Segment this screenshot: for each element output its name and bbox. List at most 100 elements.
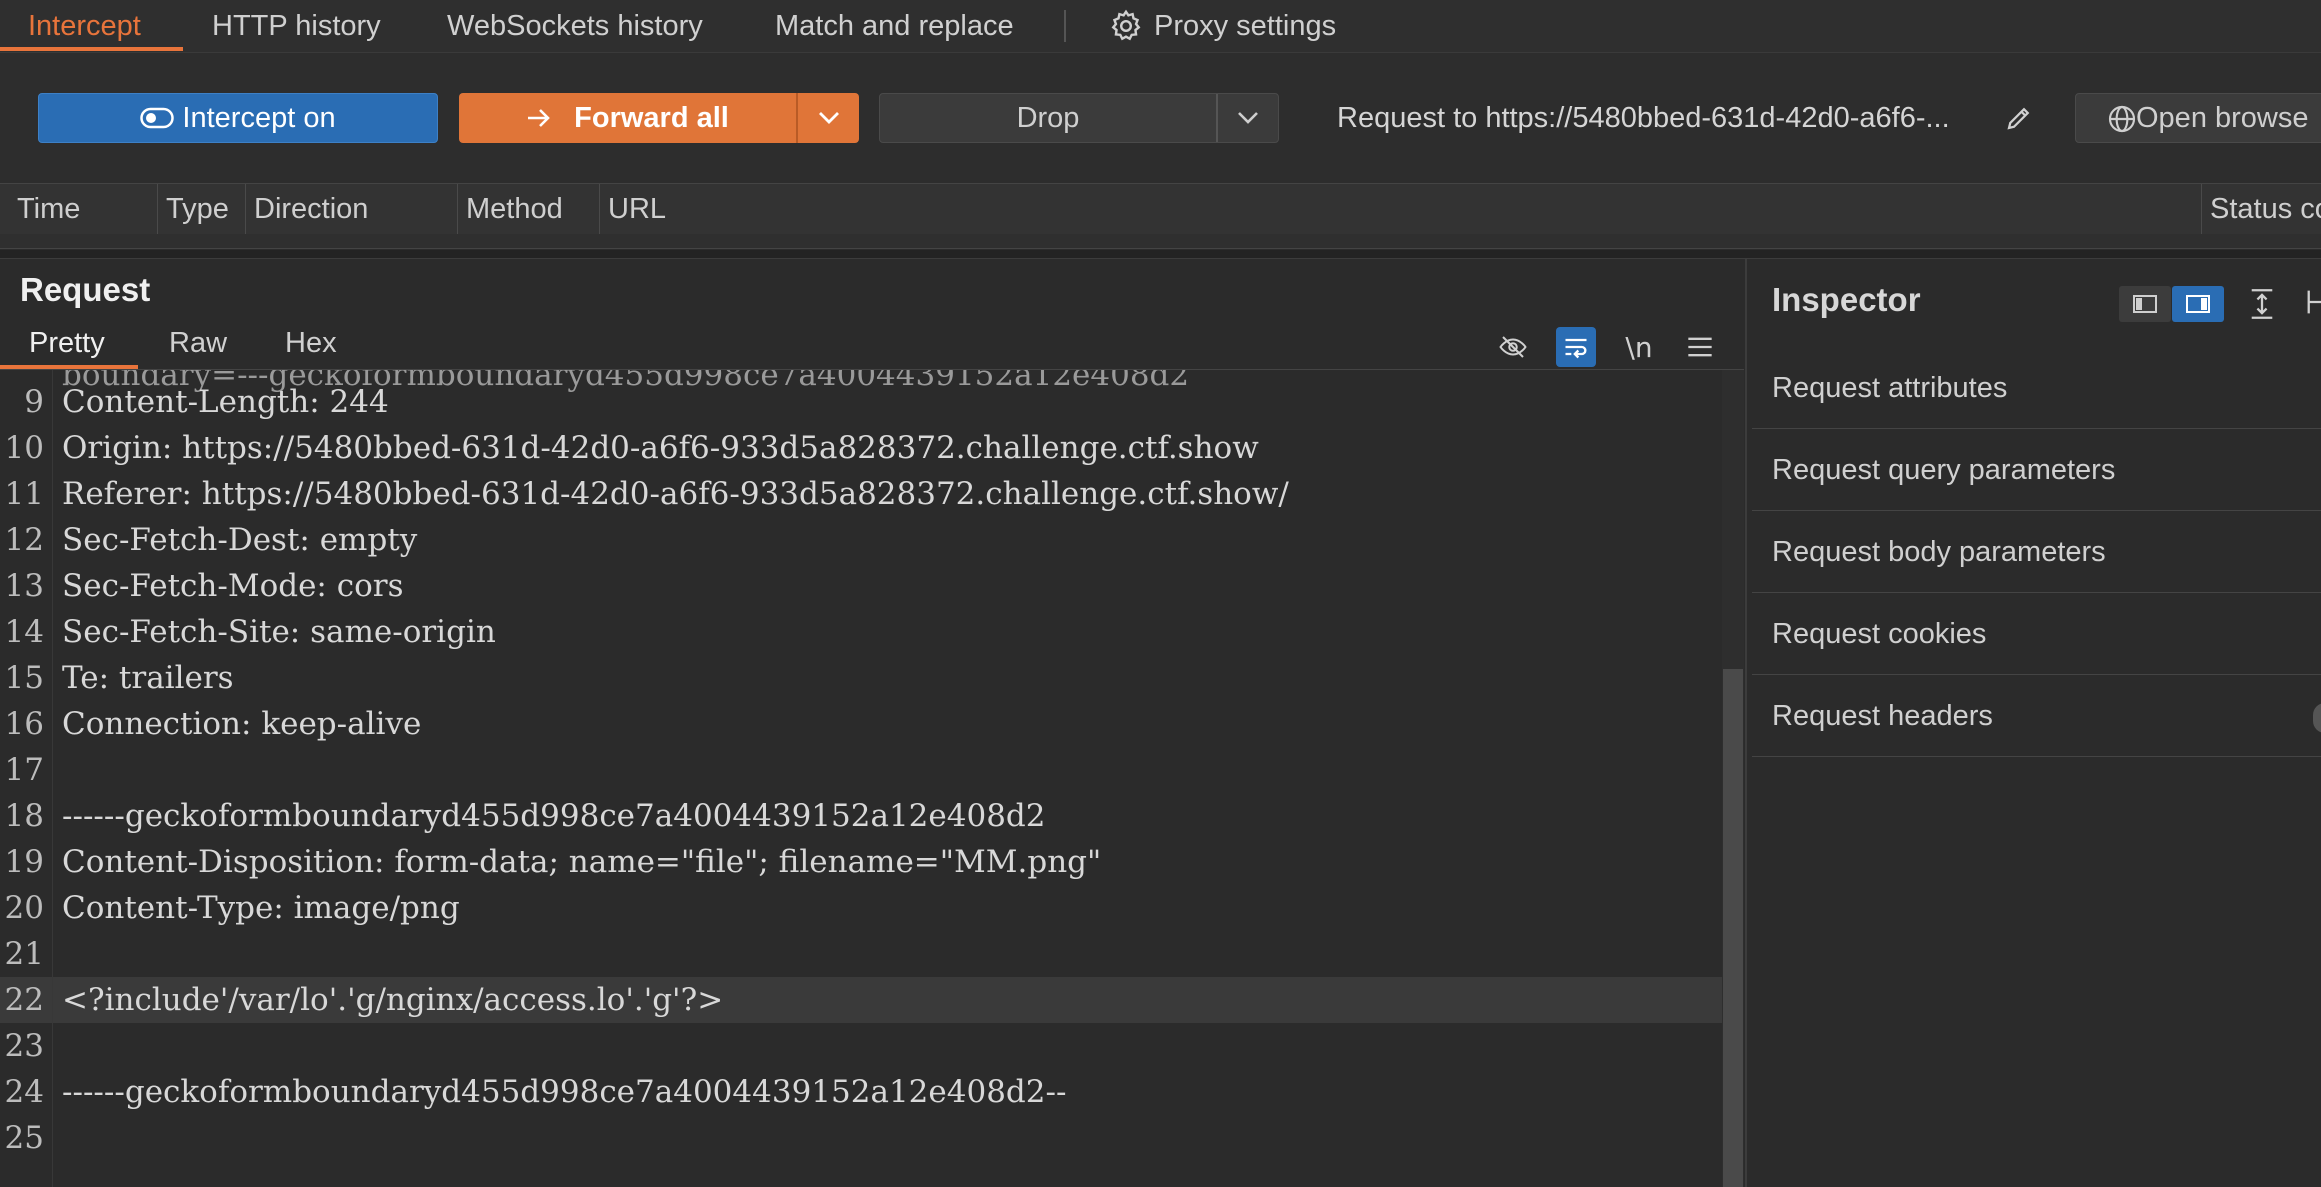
column-method[interactable]: Method bbox=[458, 184, 600, 234]
request-panel-title: Request bbox=[20, 271, 151, 308]
code-line[interactable]: 9 Content-Length: 244 bbox=[0, 379, 1722, 425]
word-wrap-icon[interactable] bbox=[1556, 327, 1596, 367]
drop-dropdown-chevron-icon[interactable] bbox=[1218, 94, 1278, 142]
inspector-request-body-parameters[interactable]: Request body parameters bbox=[1752, 512, 2321, 593]
intercept-table-header: Time Type Direction Method URL Status co bbox=[0, 183, 2321, 235]
gutter-divider bbox=[52, 370, 53, 1187]
code-line[interactable]: 21 bbox=[0, 931, 1722, 977]
code-line[interactable]: 12 Sec-Fetch-Dest: empty bbox=[0, 517, 1722, 563]
code-line-text: Sec-Fetch-Site: same-origin bbox=[62, 614, 496, 650]
code-line-text: Sec-Fetch-Dest: empty bbox=[62, 522, 418, 558]
column-type[interactable]: Type bbox=[158, 184, 246, 234]
intercept-toggle-button[interactable]: Intercept on bbox=[38, 93, 438, 143]
code-line-text: Connection: keep-alive bbox=[62, 706, 422, 742]
tab-proxy-settings-label: Proxy settings bbox=[1154, 10, 1337, 42]
line-number: 24 bbox=[4, 1074, 44, 1110]
line-number: 13 bbox=[4, 568, 44, 604]
code-line[interactable]: 14 Sec-Fetch-Site: same-origin bbox=[0, 609, 1722, 655]
layout-right-icon[interactable] bbox=[2172, 286, 2224, 322]
code-line[interactable]: 13 Sec-Fetch-Mode: cors bbox=[0, 563, 1722, 609]
tab-hex[interactable]: Hex bbox=[285, 327, 337, 360]
column-direction[interactable]: Direction bbox=[246, 184, 458, 234]
line-number: 22 bbox=[4, 982, 44, 1018]
forward-all-button[interactable]: Forward all bbox=[459, 93, 859, 143]
code-line[interactable]: 23 bbox=[0, 1023, 1722, 1069]
inspector-request-attributes[interactable]: Request attributes bbox=[1752, 348, 2321, 429]
line-number: 21 bbox=[4, 936, 44, 972]
request-editor[interactable]: boundary=---geckoformboundaryd455d998ce7… bbox=[0, 370, 1722, 1187]
tab-websockets-history[interactable]: WebSockets history bbox=[447, 0, 703, 52]
line-number: 11 bbox=[4, 476, 44, 512]
forward-all-label: Forward all bbox=[574, 101, 729, 134]
intercept-table-body bbox=[0, 234, 2321, 249]
line-number: 23 bbox=[4, 1028, 44, 1064]
line-number: 15 bbox=[4, 660, 44, 696]
line-number: 20 bbox=[4, 890, 44, 926]
line-number: 17 bbox=[4, 752, 44, 788]
show-newlines-icon[interactable]: \n bbox=[1619, 327, 1659, 367]
collapse-icon[interactable] bbox=[2297, 286, 2321, 322]
tab-match-and-replace[interactable]: Match and replace bbox=[775, 0, 1014, 52]
active-tab-indicator bbox=[0, 47, 183, 51]
tab-raw[interactable]: Raw bbox=[169, 327, 227, 360]
tab-http-history[interactable]: HTTP history bbox=[212, 0, 381, 52]
request-panel: Request Pretty Raw Hex \n boundary=---ge… bbox=[0, 259, 1744, 1187]
inspector-request-query-parameters[interactable]: Request query parameters bbox=[1752, 430, 2321, 511]
drop-button[interactable]: Drop bbox=[879, 93, 1279, 143]
code-line[interactable]: 18 ------geckoformboundaryd455d998ce7a400… bbox=[0, 793, 1722, 839]
code-line-text: Content-Disposition: form-data; name="fi… bbox=[62, 844, 1102, 880]
tab-proxy-settings[interactable]: Proxy settings bbox=[1108, 0, 1336, 52]
column-status-code[interactable]: Status co bbox=[2202, 184, 2321, 234]
code-line[interactable]: 22 <?include'/var/lo'.'g/nginx/access.lo'… bbox=[0, 977, 1722, 1023]
line-number: 16 bbox=[4, 706, 44, 742]
line-number: 10 bbox=[4, 430, 44, 466]
code-line[interactable]: 17 bbox=[0, 747, 1722, 793]
line-number: 25 bbox=[4, 1120, 44, 1156]
request-target-label: Request to https://5480bbed-631d-42d0-a6… bbox=[1337, 102, 1950, 134]
code-line[interactable]: 25 bbox=[0, 1115, 1722, 1161]
menu-icon[interactable] bbox=[1680, 327, 1720, 367]
code-line[interactable]: 20 Content-Type: image/png bbox=[0, 885, 1722, 931]
line-number: 14 bbox=[4, 614, 44, 650]
code-line-text: Referer: https://5480bbed-631d-42d0-a6f6… bbox=[62, 476, 1289, 512]
open-browser-button[interactable]: Open browse bbox=[2075, 93, 2321, 143]
editor-scrollbar-thumb[interactable] bbox=[1723, 669, 1743, 1187]
tab-divider bbox=[1064, 10, 1066, 42]
drop-label: Drop bbox=[1016, 101, 1080, 134]
code-line-text: ------geckoformboundaryd455d998ce7a40044… bbox=[62, 798, 1046, 834]
line-number: 19 bbox=[4, 844, 44, 880]
tab-intercept[interactable]: Intercept bbox=[28, 0, 141, 52]
code-line-text: Te: trailers bbox=[62, 660, 234, 696]
pencil-icon[interactable] bbox=[1999, 98, 2039, 138]
pane-splitter[interactable] bbox=[0, 250, 2321, 259]
intercept-toggle-label: Intercept on bbox=[182, 101, 336, 134]
inspector-request-cookies[interactable]: Request cookies bbox=[1752, 594, 2321, 675]
expand-vertical-icon[interactable] bbox=[2242, 286, 2282, 322]
code-line[interactable]: 15 Te: trailers bbox=[0, 655, 1722, 701]
gear-icon bbox=[1108, 8, 1144, 44]
toggle-icon bbox=[140, 107, 175, 129]
code-line[interactable]: 11 Referer: https://5480bbed-631d-42d0-a6… bbox=[0, 471, 1722, 517]
tab-pretty[interactable]: Pretty bbox=[29, 327, 105, 360]
code-line[interactable]: 24 ------geckoformboundaryd455d998ce7a400… bbox=[0, 1069, 1722, 1115]
code-line-text: Content-Type: image/png bbox=[62, 890, 460, 926]
line-number: 18 bbox=[4, 798, 44, 834]
inspector-panel: Inspector Request attributes Request que… bbox=[1745, 259, 2321, 1187]
code-line-text: Content-Length: 244 bbox=[62, 384, 389, 420]
code-line-text: Sec-Fetch-Mode: cors bbox=[62, 568, 404, 604]
forward-dropdown-chevron-icon[interactable] bbox=[798, 93, 859, 143]
open-browser-label: Open browse bbox=[2136, 101, 2309, 134]
code-line-text: ------geckoformboundaryd455d998ce7a40044… bbox=[62, 1074, 1067, 1110]
intercept-toolbar: Intercept on Forward all Drop Request to… bbox=[0, 53, 2321, 183]
code-line[interactable]: 19 Content-Disposition: form-data; name="… bbox=[0, 839, 1722, 885]
code-line[interactable]: 16 Connection: keep-alive bbox=[0, 701, 1722, 747]
arrow-right-icon bbox=[526, 107, 552, 129]
globe-icon bbox=[2106, 103, 2138, 135]
proxy-tab-bar: Intercept HTTP history WebSockets histor… bbox=[0, 0, 2321, 53]
layout-left-icon[interactable] bbox=[2119, 286, 2171, 322]
code-line[interactable]: 10 Origin: https://5480bbed-631d-42d0-a6f… bbox=[0, 425, 1722, 471]
column-time[interactable]: Time bbox=[0, 184, 158, 234]
inspector-request-headers[interactable]: Request headers bbox=[1752, 676, 2321, 757]
column-url[interactable]: URL bbox=[600, 184, 2202, 234]
hide-non-printable-eye-slash-icon[interactable] bbox=[1493, 327, 1533, 367]
